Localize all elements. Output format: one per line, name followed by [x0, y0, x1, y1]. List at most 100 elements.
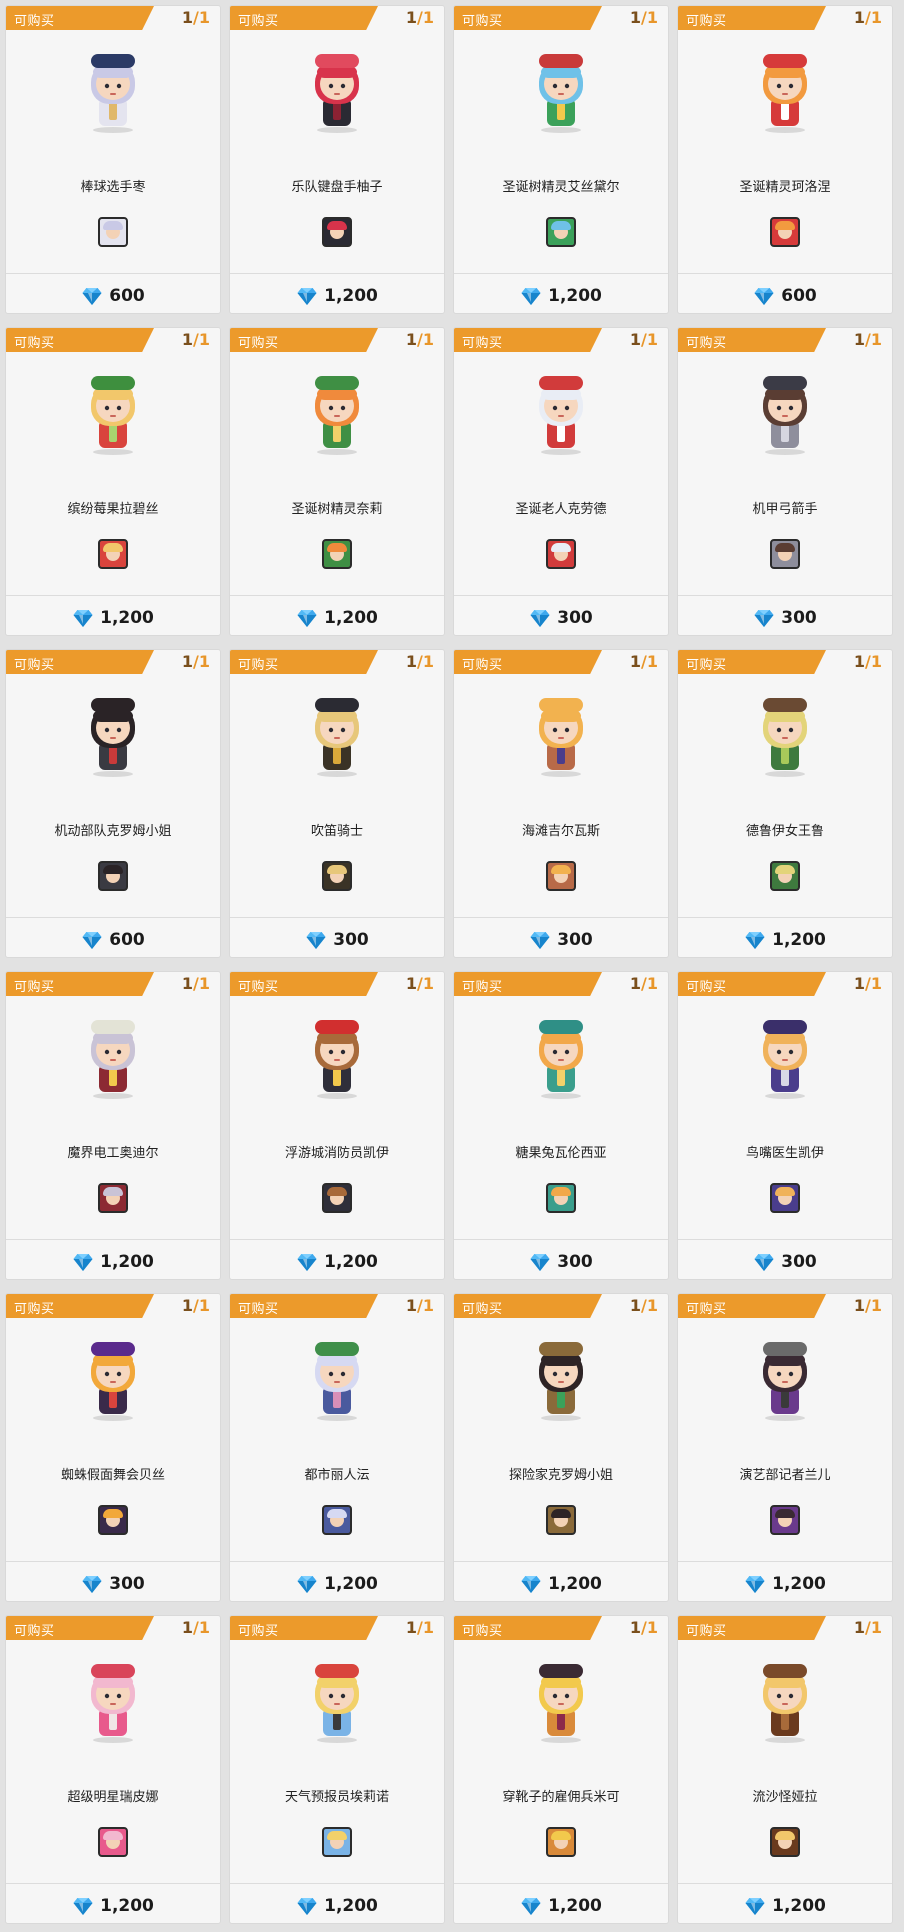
stock-current: 1 [181, 8, 194, 27]
character-name: 圣诞老人克劳德 [515, 502, 607, 517]
character-thumbnail-icon[interactable] [322, 861, 352, 891]
character-thumbnail-icon[interactable] [322, 1827, 352, 1857]
shop-item-card[interactable]: 可购买 1/1 吹笛骑士 300 [229, 649, 445, 958]
character-thumbnail-icon[interactable] [98, 1827, 128, 1857]
stock-max: 1 [198, 652, 210, 671]
character-thumbnail-icon[interactable] [98, 1183, 128, 1213]
character-name: 圣诞树精灵艾丝黛尔 [502, 180, 620, 195]
character-thumbnail-icon[interactable] [322, 1505, 352, 1535]
character-thumbnail-icon[interactable] [546, 1827, 576, 1857]
shop-item-card[interactable]: 可购买 1/1 乐队键盘手柚子 1,200 [229, 5, 445, 314]
price-button[interactable]: 1,200 [454, 284, 668, 308]
price-button[interactable]: 600 [6, 928, 220, 952]
price-button[interactable]: 300 [678, 606, 892, 630]
price-button[interactable]: 1,200 [454, 1894, 668, 1918]
price-button[interactable]: 300 [678, 1250, 892, 1274]
price-button[interactable]: 1,200 [230, 1250, 444, 1274]
price-button[interactable]: 1,200 [6, 1250, 220, 1274]
price-button[interactable]: 300 [454, 606, 668, 630]
shop-item-card[interactable]: 可购买 1/1 鸟嘴医生凯伊 300 [677, 971, 893, 1280]
stock-current: 1 [405, 1296, 418, 1315]
character-thumbnail-icon[interactable] [770, 1505, 800, 1535]
purchasable-badge-label: 可购买 [14, 14, 55, 29]
character-thumbnail-icon[interactable] [322, 217, 352, 247]
price-button[interactable]: 1,200 [230, 606, 444, 630]
character-portrait [91, 1664, 135, 1743]
character-thumbnail-icon[interactable] [98, 1505, 128, 1535]
price-button[interactable]: 1,200 [678, 1894, 892, 1918]
stock-counter: 1/1 [181, 1618, 210, 1637]
diamond-gem-icon [73, 610, 93, 627]
stock-counter: 1/1 [853, 974, 882, 993]
shop-item-card[interactable]: 可购买 1/1 糖果兔瓦伦西亚 300 [453, 971, 669, 1280]
card-divider [230, 595, 444, 596]
character-thumbnail-icon[interactable] [98, 217, 128, 247]
card-divider [6, 595, 220, 596]
shop-item-card[interactable]: 可购买 1/1 魔界电工奥迪尔 1,200 [5, 971, 221, 1280]
price-button[interactable]: 1,200 [678, 1572, 892, 1596]
stock-counter: 1/1 [629, 1296, 658, 1315]
price-button[interactable]: 1,200 [6, 606, 220, 630]
shop-item-card[interactable]: 可购买 1/1 流沙怪娅拉 1,200 [677, 1615, 893, 1924]
character-thumbnail-icon[interactable] [98, 539, 128, 569]
shop-item-card[interactable]: 可购买 1/1 棒球选手枣 600 [5, 5, 221, 314]
character-thumbnail-icon[interactable] [770, 1183, 800, 1213]
shop-item-card[interactable]: 可购买 1/1 缤纷莓果拉碧丝 1,200 [5, 327, 221, 636]
card-divider [678, 1239, 892, 1240]
character-thumbnail-icon[interactable] [98, 861, 128, 891]
character-thumbnail-icon[interactable] [770, 217, 800, 247]
shop-item-card[interactable]: 可购买 1/1 圣诞精灵珂洛涅 600 [677, 5, 893, 314]
character-thumbnail-icon[interactable] [770, 861, 800, 891]
character-thumbnail-icon[interactable] [322, 1183, 352, 1213]
card-divider [454, 1561, 668, 1562]
price-button[interactable]: 1,200 [6, 1894, 220, 1918]
shop-item-card[interactable]: 可购买 1/1 演艺部记者兰儿 1,200 [677, 1293, 893, 1602]
shop-item-card[interactable]: 可购买 1/1 圣诞老人克劳德 300 [453, 327, 669, 636]
shop-item-card[interactable]: 可购买 1/1 德鲁伊女王鲁 1,200 [677, 649, 893, 958]
price-button[interactable]: 600 [6, 284, 220, 308]
character-name: 超级明星瑞皮娜 [67, 1790, 159, 1805]
character-name: 流沙怪娅拉 [752, 1790, 818, 1805]
price-button[interactable]: 1,200 [230, 284, 444, 308]
price-button[interactable]: 1,200 [454, 1572, 668, 1596]
shop-item-card[interactable]: 可购买 1/1 超级明星瑞皮娜 1,200 [5, 1615, 221, 1924]
shop-item-card[interactable]: 可购买 1/1 蜘蛛假面舞会贝丝 300 [5, 1293, 221, 1602]
character-thumbnail-icon[interactable] [546, 1505, 576, 1535]
shop-item-card[interactable]: 可购买 1/1 都市丽人沄 1,200 [229, 1293, 445, 1602]
stock-current: 1 [181, 652, 194, 671]
shop-item-card[interactable]: 可购买 1/1 海滩吉尔瓦斯 300 [453, 649, 669, 958]
price-button[interactable]: 1,200 [678, 928, 892, 952]
price-button[interactable]: 600 [678, 284, 892, 308]
shop-item-card[interactable]: 可购买 1/1 机动部队克罗姆小姐 600 [5, 649, 221, 958]
character-thumbnail-icon[interactable] [770, 539, 800, 569]
shop-item-card[interactable]: 可购买 1/1 浮游城消防员凯伊 1,200 [229, 971, 445, 1280]
stock-current: 1 [853, 652, 866, 671]
price-button[interactable]: 300 [6, 1572, 220, 1596]
price-button[interactable]: 1,200 [230, 1894, 444, 1918]
stock-max: 1 [198, 1296, 210, 1315]
character-portrait [539, 698, 583, 777]
character-name: 乐队键盘手柚子 [291, 180, 383, 195]
stock-current: 1 [853, 1296, 866, 1315]
character-thumbnail-icon[interactable] [546, 539, 576, 569]
shop-item-card[interactable]: 可购买 1/1 机甲弓箭手 300 [677, 327, 893, 636]
character-thumbnail-icon[interactable] [546, 1183, 576, 1213]
character-thumbnail-icon[interactable] [546, 861, 576, 891]
card-divider [6, 1561, 220, 1562]
shop-item-card[interactable]: 可购买 1/1 探险家克罗姆小姐 1,200 [453, 1293, 669, 1602]
stock-current: 1 [181, 974, 194, 993]
card-divider [6, 917, 220, 918]
character-thumbnail-icon[interactable] [546, 217, 576, 247]
price-button[interactable]: 300 [454, 928, 668, 952]
card-divider [230, 1883, 444, 1884]
shop-item-card[interactable]: 可购买 1/1 圣诞树精灵奈莉 1,200 [229, 327, 445, 636]
shop-item-card[interactable]: 可购买 1/1 天气预报员埃莉诺 1,200 [229, 1615, 445, 1924]
price-button[interactable]: 1,200 [230, 1572, 444, 1596]
price-button[interactable]: 300 [230, 928, 444, 952]
character-thumbnail-icon[interactable] [322, 539, 352, 569]
shop-item-card[interactable]: 可购买 1/1 圣诞树精灵艾丝黛尔 1,200 [453, 5, 669, 314]
character-name: 蜘蛛假面舞会贝丝 [60, 1468, 165, 1483]
shop-item-card[interactable]: 可购买 1/1 穿靴子的雇佣兵米可 1,200 [453, 1615, 669, 1924]
price-button[interactable]: 300 [454, 1250, 668, 1274]
character-thumbnail-icon[interactable] [770, 1827, 800, 1857]
